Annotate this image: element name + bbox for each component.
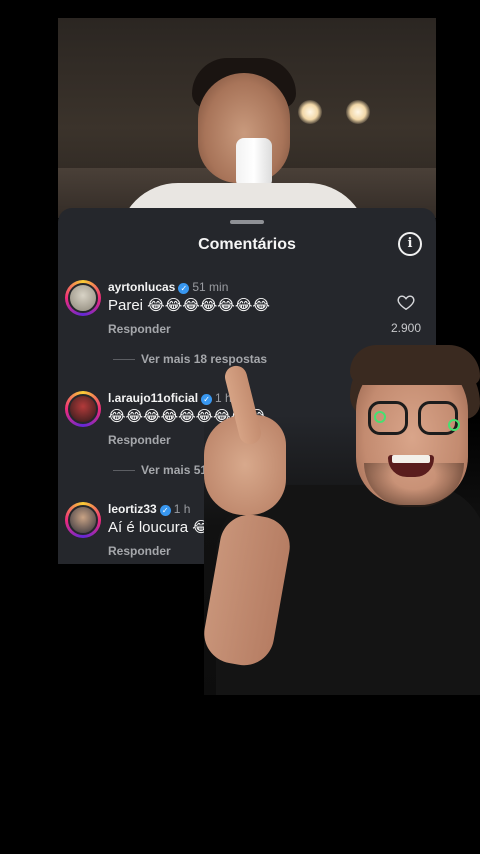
comments-title: Comentários	[198, 236, 296, 253]
comment-time: 1 h	[173, 502, 191, 516]
avatar[interactable]	[65, 502, 101, 538]
sheet-grabber[interactable]	[230, 220, 264, 224]
verified-badge-icon: ✓	[159, 505, 171, 516]
comment-username[interactable]: l.araujo11oficial	[108, 391, 198, 405]
avatar[interactable]	[65, 391, 101, 427]
comment-username[interactable]: leortiz33	[108, 502, 157, 516]
reaction-person-overlay	[204, 345, 480, 695]
view-more-replies[interactable]: Ver mais 51	[113, 463, 207, 477]
screen: Comentários i ayrtonlucas ✓ 51 min Parei 😂…	[0, 0, 480, 854]
reply-button[interactable]: Responder	[108, 544, 171, 558]
heart-icon[interactable]	[397, 294, 415, 311]
comment-username[interactable]: ayrtonlucas	[108, 280, 175, 294]
view-more-replies-label: Ver mais 51	[141, 463, 208, 477]
comment-text-main: Aí é loucura 😂	[108, 519, 210, 536]
like-count: 2.900	[390, 321, 422, 335]
reply-button[interactable]: Responder	[108, 322, 171, 336]
comment-text: Parei 😂😂😂😂😂😂😂	[108, 297, 270, 314]
like-group[interactable]: 2.900	[386, 294, 426, 335]
verified-badge-icon: ✓	[178, 283, 190, 294]
reply-button[interactable]: Responder	[108, 433, 171, 447]
comment-time: 51 min	[192, 280, 229, 294]
background-video	[58, 18, 436, 218]
info-icon[interactable]: i	[398, 232, 422, 256]
avatar[interactable]	[65, 280, 101, 316]
